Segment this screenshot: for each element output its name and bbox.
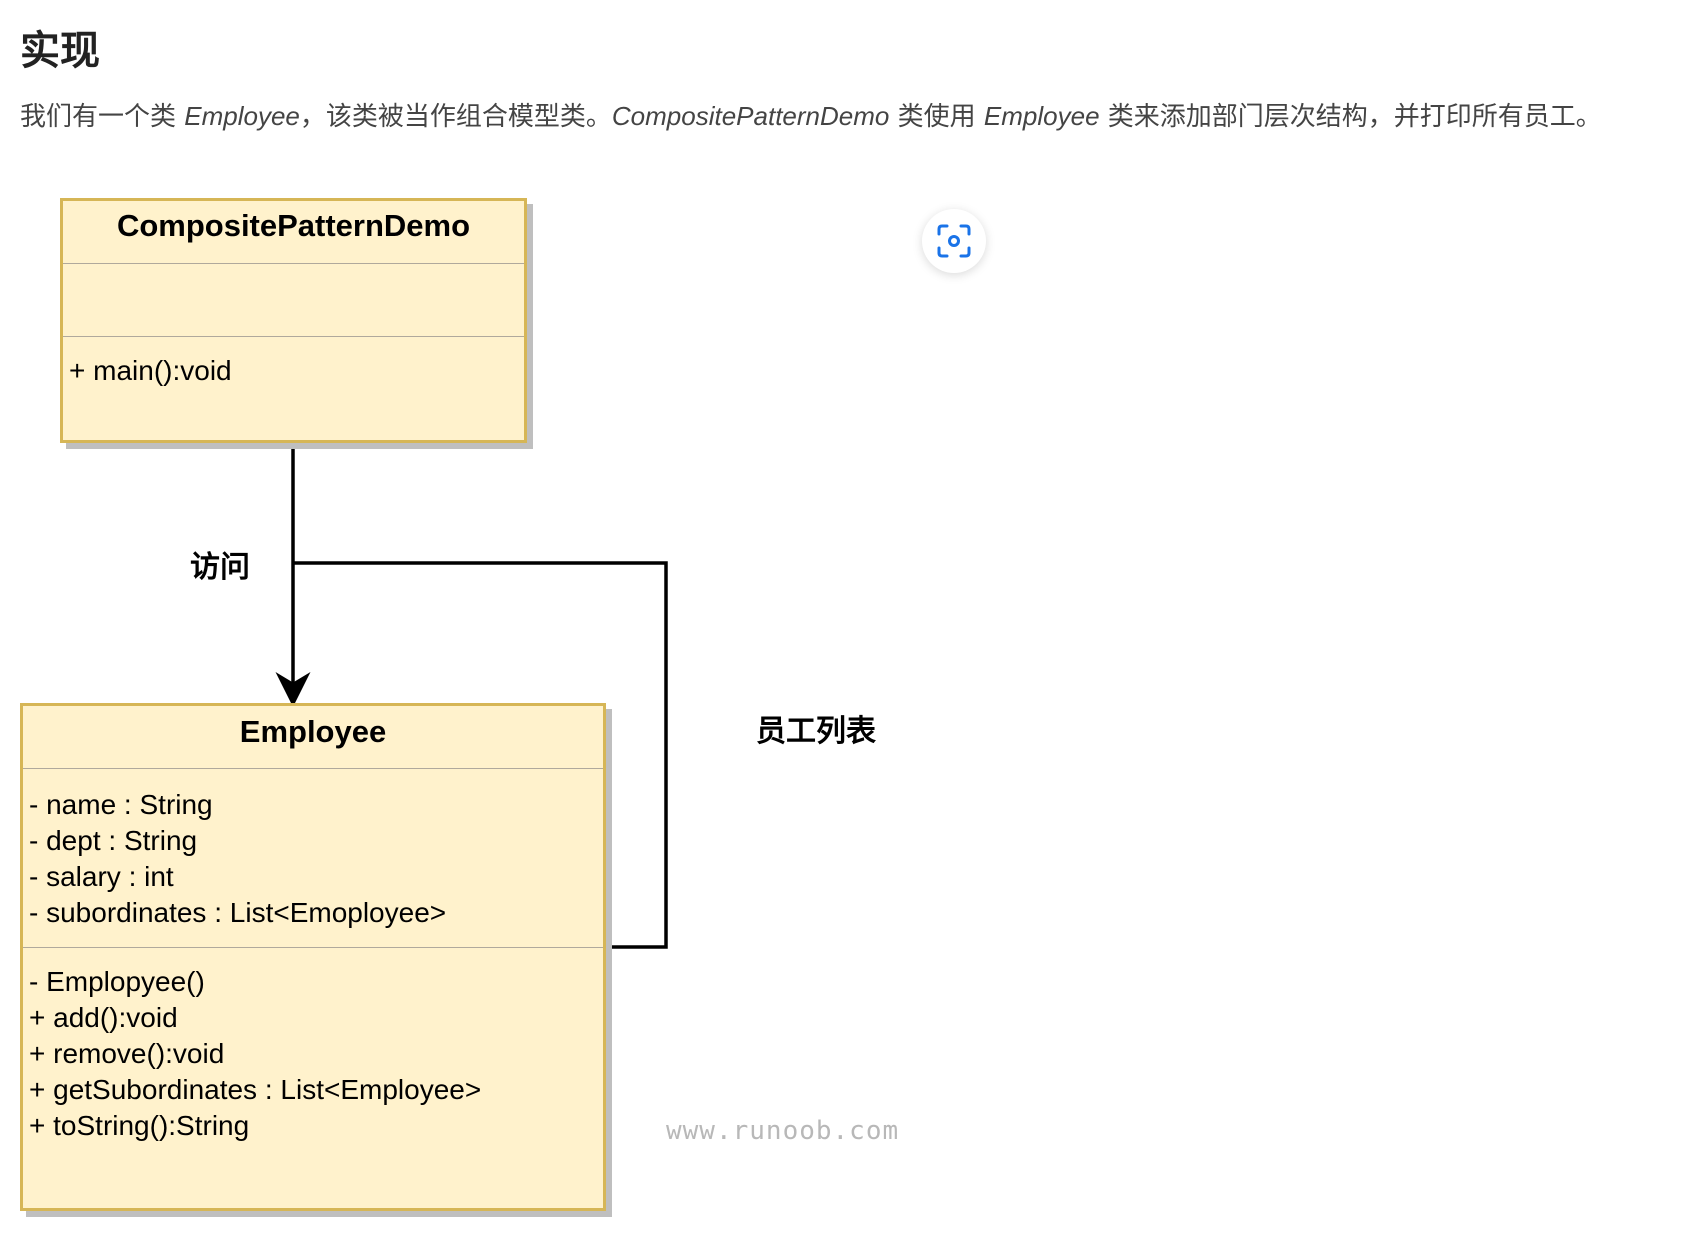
attribute-name: - name : String [29, 789, 213, 820]
access-label: 访问 [190, 550, 250, 585]
attribute-section: - name : String - dept : String - salary… [23, 769, 603, 947]
attribute-subordinates: - subordinates : List<Emoployee> [29, 897, 447, 928]
method-section: + main():void [63, 337, 524, 389]
method-add: + add():void [29, 1002, 178, 1033]
class-name: Employee [239, 714, 387, 749]
method-constructor: - Emplopyee() [29, 966, 205, 997]
class-name: CompositePatternDemo [116, 208, 471, 243]
method-to-string: + toString():String [29, 1110, 250, 1141]
watermark: www.runoob.com [666, 1116, 900, 1146]
attribute-salary: - salary : int [29, 861, 174, 892]
method-section: - Emplopyee() + add():void + remove():vo… [23, 948, 603, 1144]
method-remove: + remove():void [29, 1038, 225, 1069]
class-composite-pattern-demo: CompositePatternDemo + main():void [60, 198, 527, 443]
class-employee: Employee - name : String - dept : String… [20, 703, 606, 1211]
method-main: + main():void [69, 355, 232, 386]
attribute-dept: - dept : String [29, 825, 198, 856]
method-get-subordinates: + getSubordinates : List<Employee> [29, 1074, 482, 1105]
attribute-section [63, 264, 524, 336]
scan-button[interactable] [922, 209, 986, 273]
employee-list-label: 员工列表 [756, 714, 876, 749]
scan-icon [937, 224, 971, 258]
